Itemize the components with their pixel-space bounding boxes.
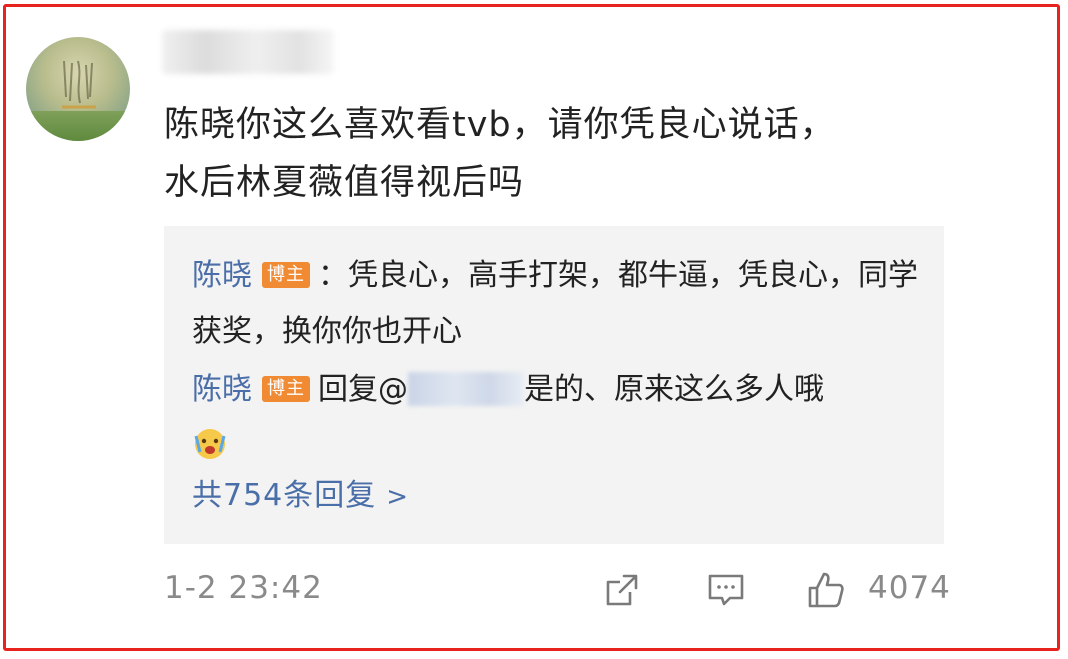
more-replies-label: 共754条回复: [192, 478, 377, 513]
author-badge: 博主: [262, 261, 310, 288]
reply-item[interactable]: 陈晓 博主 ：凭良心，高手打架，都牛逼，凭良心，同学获奖，换你你也开心: [192, 248, 922, 360]
view-all-replies-link[interactable]: 共754条回复 >: [192, 470, 409, 514]
reply-item[interactable]: 陈晓 博主 回复@ 是的、原来这么多人哦: [192, 362, 922, 474]
share-icon[interactable]: [602, 570, 642, 610]
timestamp: 1-2 23:42: [164, 570, 323, 606]
avatar-grass: [26, 111, 130, 141]
emoji-icon: [194, 428, 226, 459]
username-blurred[interactable]: [162, 30, 334, 74]
reply-prefix: 回复@: [318, 372, 408, 407]
reply-text: 是的、原来这么多人哦: [524, 372, 824, 407]
avatar[interactable]: [26, 37, 130, 141]
avatar-calligraphy-art: [62, 60, 96, 109]
reply-author[interactable]: 陈晓: [192, 258, 252, 293]
reply-icon[interactable]: [706, 570, 746, 610]
like-count: 4074: [868, 570, 951, 606]
like-icon[interactable]: [806, 570, 846, 610]
comment-line-2: 水后林夏薇值得视后吗: [164, 163, 525, 203]
comment-line-1: 陈晓你这么喜欢看tvb，请你凭良心说话，: [164, 105, 836, 145]
reply-author[interactable]: 陈晓: [192, 372, 252, 407]
mention-blurred[interactable]: [408, 371, 524, 406]
author-badge: 博主: [262, 375, 310, 402]
reply-panel: 陈晓 博主 ：凭良心，高手打架，都牛逼，凭良心，同学获奖，换你你也开心 陈晓 博主 回复…: [164, 226, 944, 544]
chevron-right-icon: >: [386, 482, 410, 512]
comment-text: 陈晓你这么喜欢看tvb，请你凭良心说话， 水后林夏薇值得视后吗: [164, 96, 944, 212]
